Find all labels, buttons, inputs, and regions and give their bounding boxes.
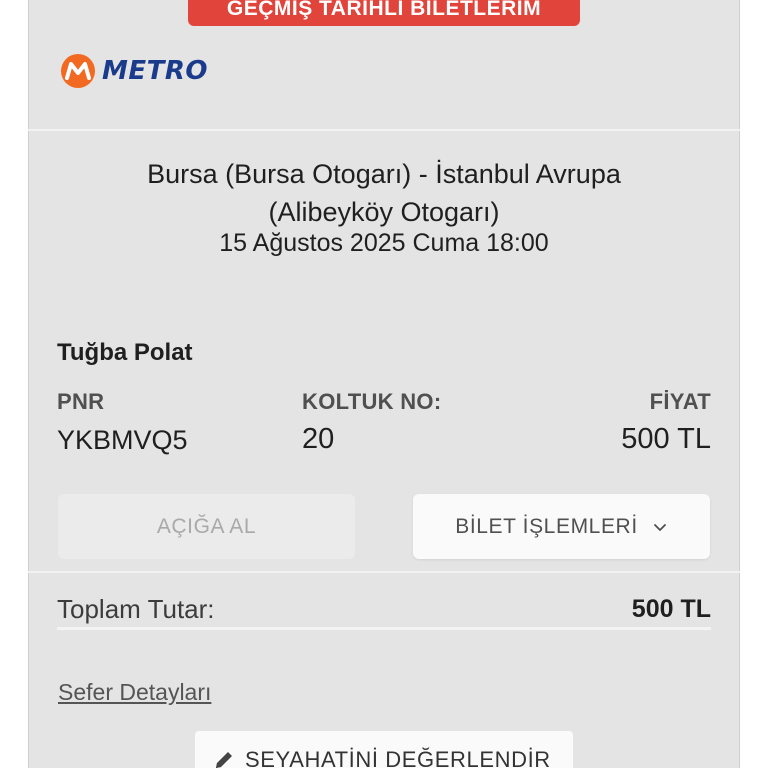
metro-logo-icon	[61, 54, 95, 88]
route-line-2: (Alibeyköy Otogarı)	[268, 197, 500, 227]
seat-value: 20	[302, 423, 335, 455]
seat-label: KOLTUK NO:	[302, 389, 442, 414]
logo-text: METRO	[102, 56, 208, 86]
total-underline	[57, 627, 711, 630]
rate-trip-label: SEYAHATİNİ DEĞERLENDİR	[245, 747, 551, 768]
summary-divider	[28, 571, 740, 573]
header-divider	[28, 129, 740, 131]
trip-route: Bursa (Bursa Otogarı) - İstanbul Avrupa …	[28, 155, 740, 231]
ticket-operations-button[interactable]: BİLET İŞLEMLERİ	[413, 494, 710, 559]
rate-trip-button[interactable]: SEYAHATİNİ DEĞERLENDİR	[195, 731, 573, 768]
past-tickets-badge[interactable]: GEÇMİŞ TARİHLİ BİLETLERİM	[188, 0, 580, 26]
price-label: FİYAT	[649, 389, 711, 414]
metro-logo: METRO	[60, 52, 208, 90]
route-line-1: Bursa (Bursa Otogarı) - İstanbul Avrupa	[147, 159, 621, 189]
total-label: Toplam Tutar:	[57, 594, 215, 624]
passenger-name: Tuğba Polat	[57, 339, 193, 366]
pnr-label: PNR	[57, 389, 105, 414]
ticket-card	[28, 0, 740, 768]
ticket-operations-label: BİLET İŞLEMLERİ	[455, 514, 638, 538]
total-value: 500 TL	[631, 595, 711, 623]
chevron-down-icon	[653, 523, 666, 531]
trip-datetime: 15 Ağustos 2025 Cuma 18:00	[219, 229, 549, 257]
pnr-value: YKBMVQ5	[57, 425, 188, 455]
open-ticket-button[interactable]: AÇIĞA AL	[58, 494, 355, 559]
pencil-icon	[216, 752, 232, 768]
trip-details-link[interactable]: Sefer Detayları	[58, 679, 211, 706]
price-value: 500 TL	[621, 423, 711, 455]
